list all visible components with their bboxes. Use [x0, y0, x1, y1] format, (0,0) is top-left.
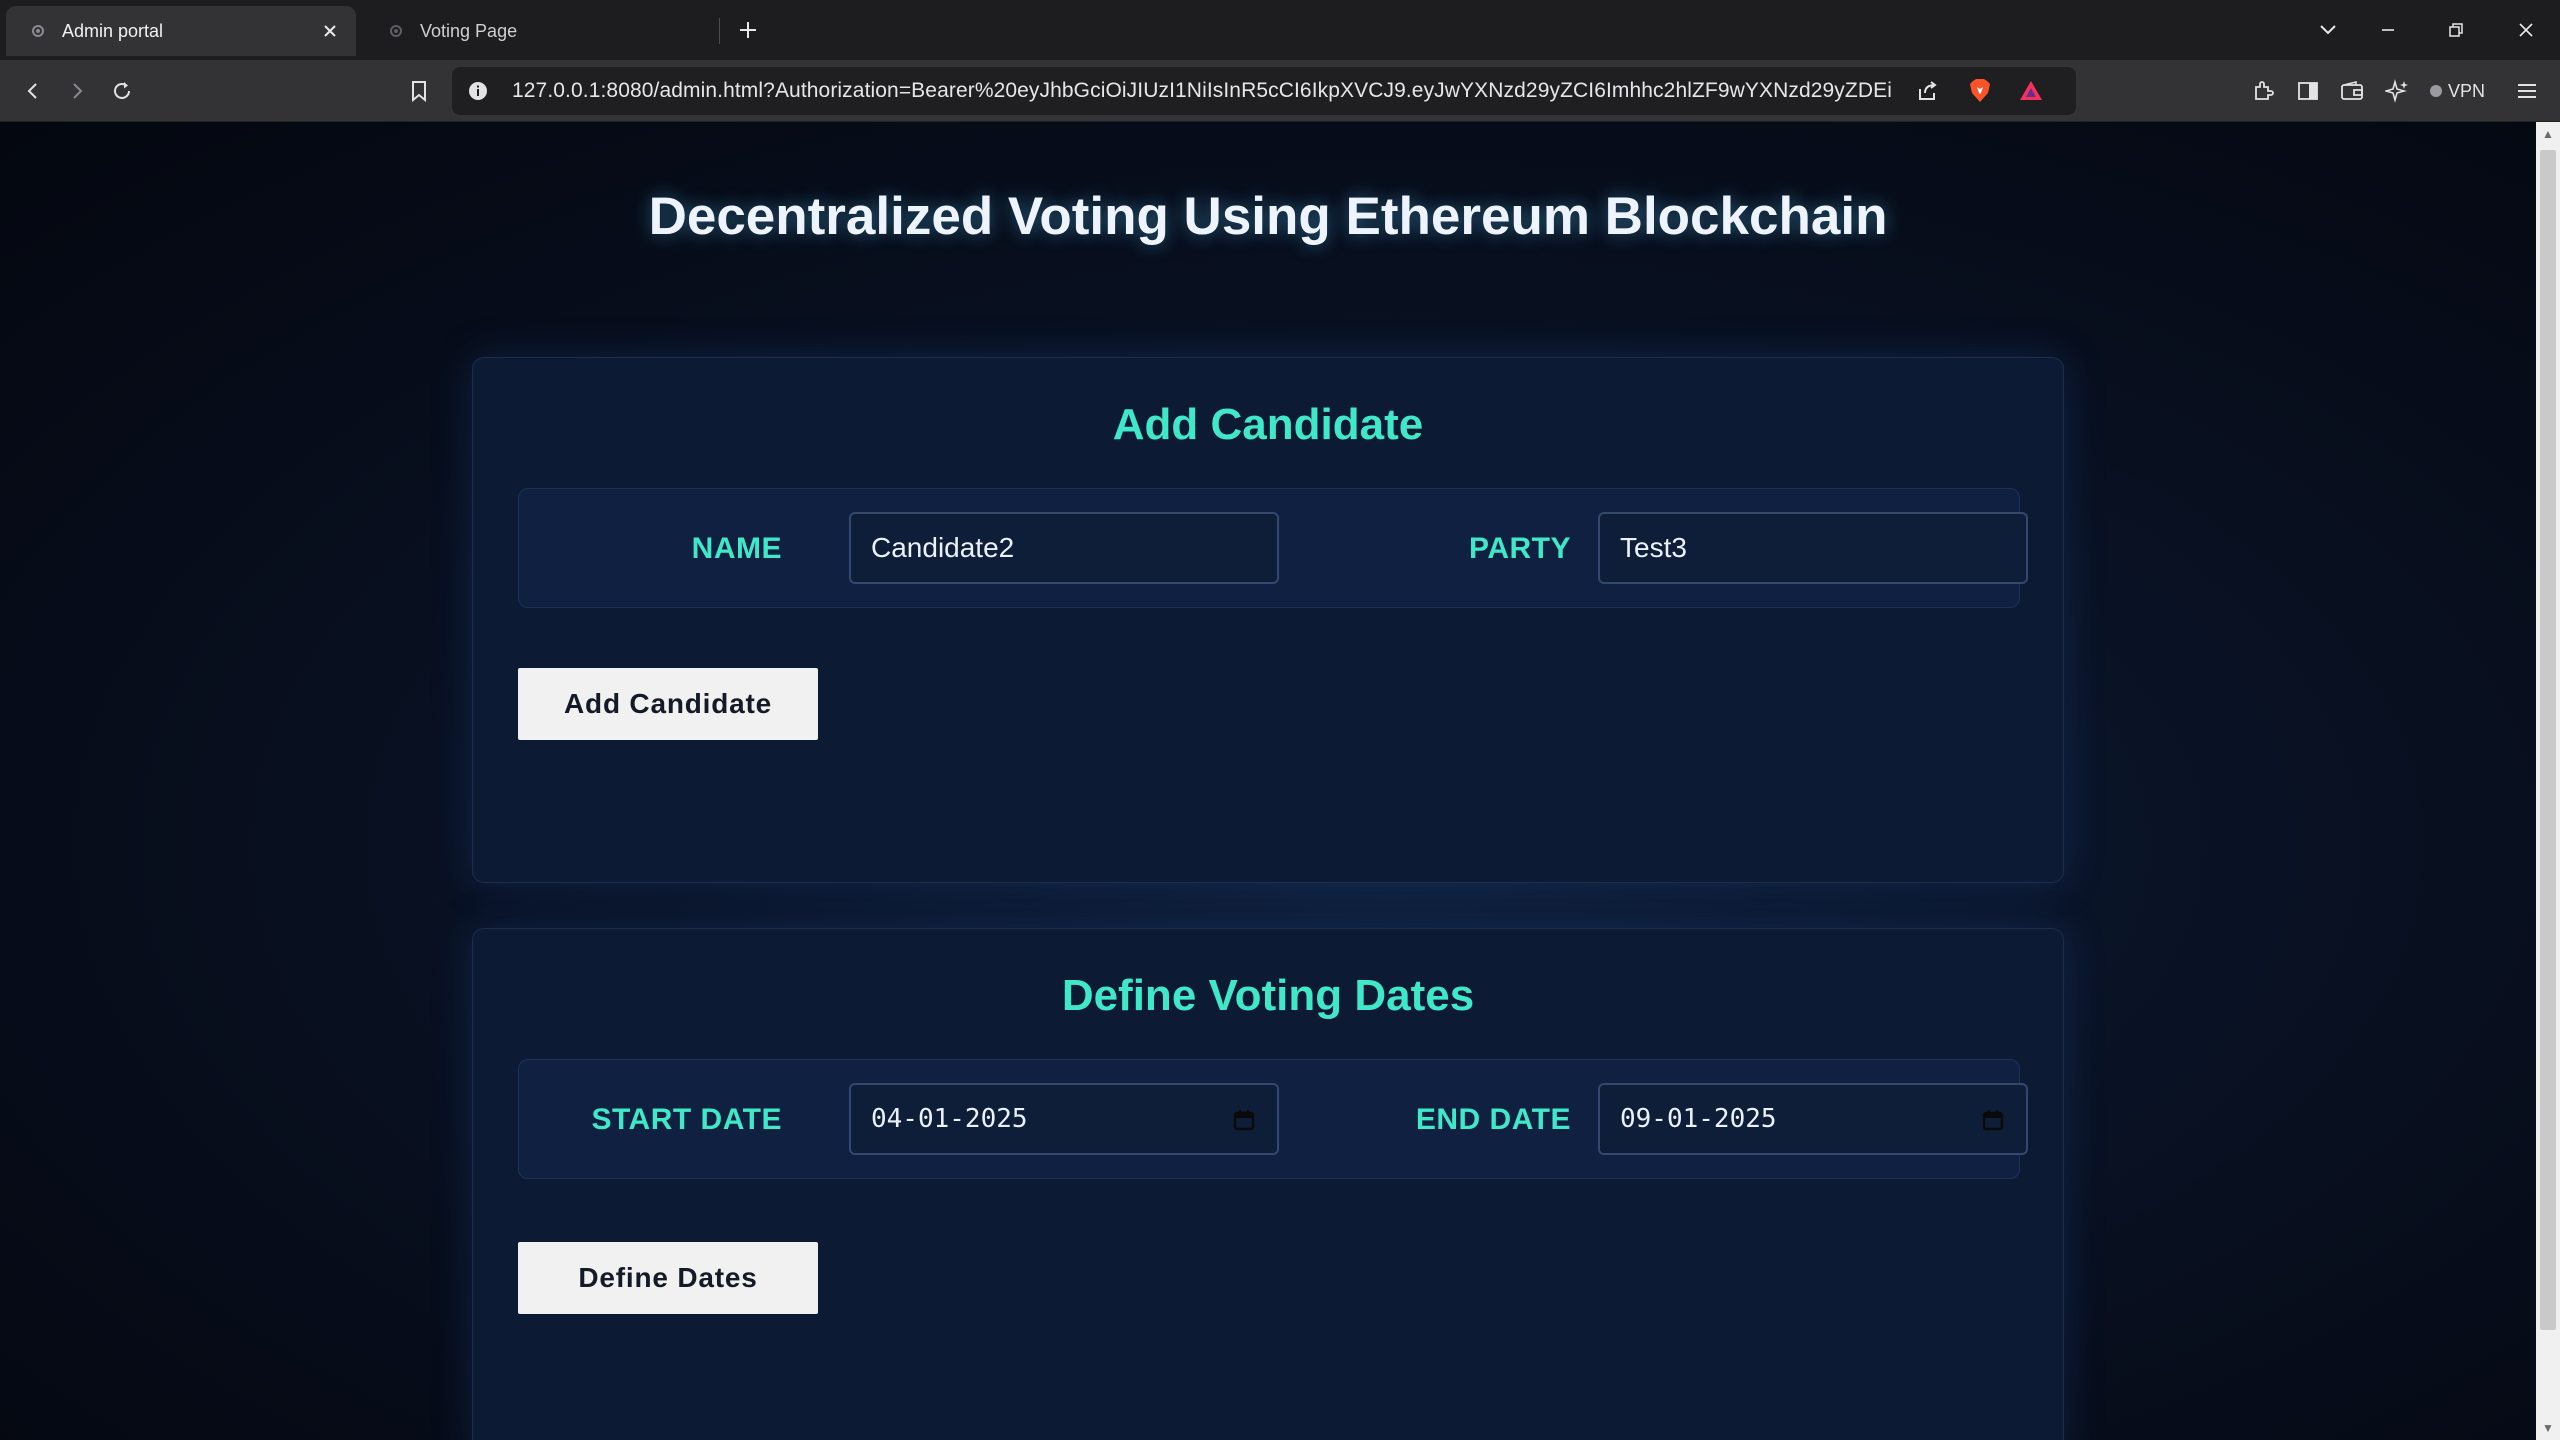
party-label: PARTY [1469, 532, 1571, 565]
page-title: Decentralized Voting Using Ethereum Bloc… [648, 187, 1888, 246]
start-date-label: START DATE [591, 1103, 782, 1136]
voting-favicon-icon [386, 21, 406, 41]
end-date-label: END DATE [1415, 1103, 1571, 1136]
browser-tab-bar: Admin portal Voting Page [0, 0, 2560, 60]
candidate-fields-row: NAME Candidate2 PARTY Test3 [518, 488, 2028, 608]
close-tab-icon[interactable] [318, 19, 342, 43]
dates-fields-row: START DATE 04-01-2025 END DATE 09-01-202… [518, 1059, 2028, 1179]
vpn-button[interactable]: VPN [2430, 76, 2485, 106]
brave-shield-icon[interactable] [1964, 75, 1996, 107]
share-icon[interactable] [1911, 75, 1943, 107]
url-text[interactable]: 127.0.0.1:8080/admin.html?Authorization=… [512, 78, 1892, 104]
scroll-down-icon[interactable]: ▼ [2540, 1420, 2556, 1436]
name-input[interactable]: Candidate2 [849, 512, 1279, 584]
close-window-icon[interactable] [2510, 14, 2542, 46]
restore-icon[interactable] [2440, 14, 2472, 46]
wallet-icon[interactable] [2335, 74, 2369, 108]
tab-search-chevron-down-icon[interactable] [2312, 14, 2344, 46]
calendar-icon[interactable] [1233, 1109, 1255, 1131]
define-dates-button[interactable]: Define Dates [518, 1242, 818, 1314]
reload-icon[interactable] [105, 74, 139, 108]
start-date-input[interactable]: 04-01-2025 [849, 1083, 1279, 1155]
leo-ai-icon[interactable] [2380, 74, 2414, 108]
extensions-icon[interactable] [2246, 74, 2280, 108]
add-candidate-card: Add Candidate NAME Candidate2 PARTY Test… [472, 357, 2064, 883]
add-candidate-heading: Add Candidate [1112, 400, 1424, 449]
vpn-status-icon [2430, 85, 2442, 97]
brave-rewards-icon[interactable] [2015, 75, 2047, 107]
start-date-value: 04-01-2025 [871, 1104, 1028, 1134]
scrollbar-thumb[interactable] [2540, 150, 2556, 1330]
tab-admin-portal[interactable]: Admin portal [6, 6, 356, 56]
end-date-value: 09-01-2025 [1620, 1104, 1777, 1134]
voting-dates-heading: Define Voting Dates [1061, 971, 1475, 1020]
minimize-icon[interactable] [2372, 14, 2404, 46]
calendar-icon[interactable] [1982, 1109, 2004, 1131]
scroll-up-icon[interactable]: ▲ [2540, 126, 2556, 142]
bookmark-icon[interactable] [402, 74, 436, 108]
name-label: NAME [691, 532, 782, 565]
admin-favicon-icon [28, 21, 48, 41]
tab-title: Voting Page [420, 20, 518, 41]
tab-title: Admin portal [62, 20, 164, 41]
back-icon[interactable] [16, 74, 50, 108]
tab-voting-page[interactable]: Voting Page [364, 6, 720, 56]
site-info-icon[interactable] [462, 75, 494, 107]
end-date-input[interactable]: 09-01-2025 [1598, 1083, 2028, 1155]
sidebar-icon[interactable] [2291, 74, 2325, 108]
add-candidate-button[interactable]: Add Candidate [518, 668, 818, 740]
new-tab-icon[interactable] [734, 16, 762, 44]
forward-icon[interactable] [60, 74, 94, 108]
voting-dates-card: Define Voting Dates START DATE 04-01-202… [472, 928, 2064, 1440]
menu-icon[interactable] [2510, 74, 2544, 108]
vpn-label: VPN [2448, 80, 2486, 101]
tab-divider [719, 18, 720, 44]
party-input[interactable]: Test3 [1598, 512, 2028, 584]
